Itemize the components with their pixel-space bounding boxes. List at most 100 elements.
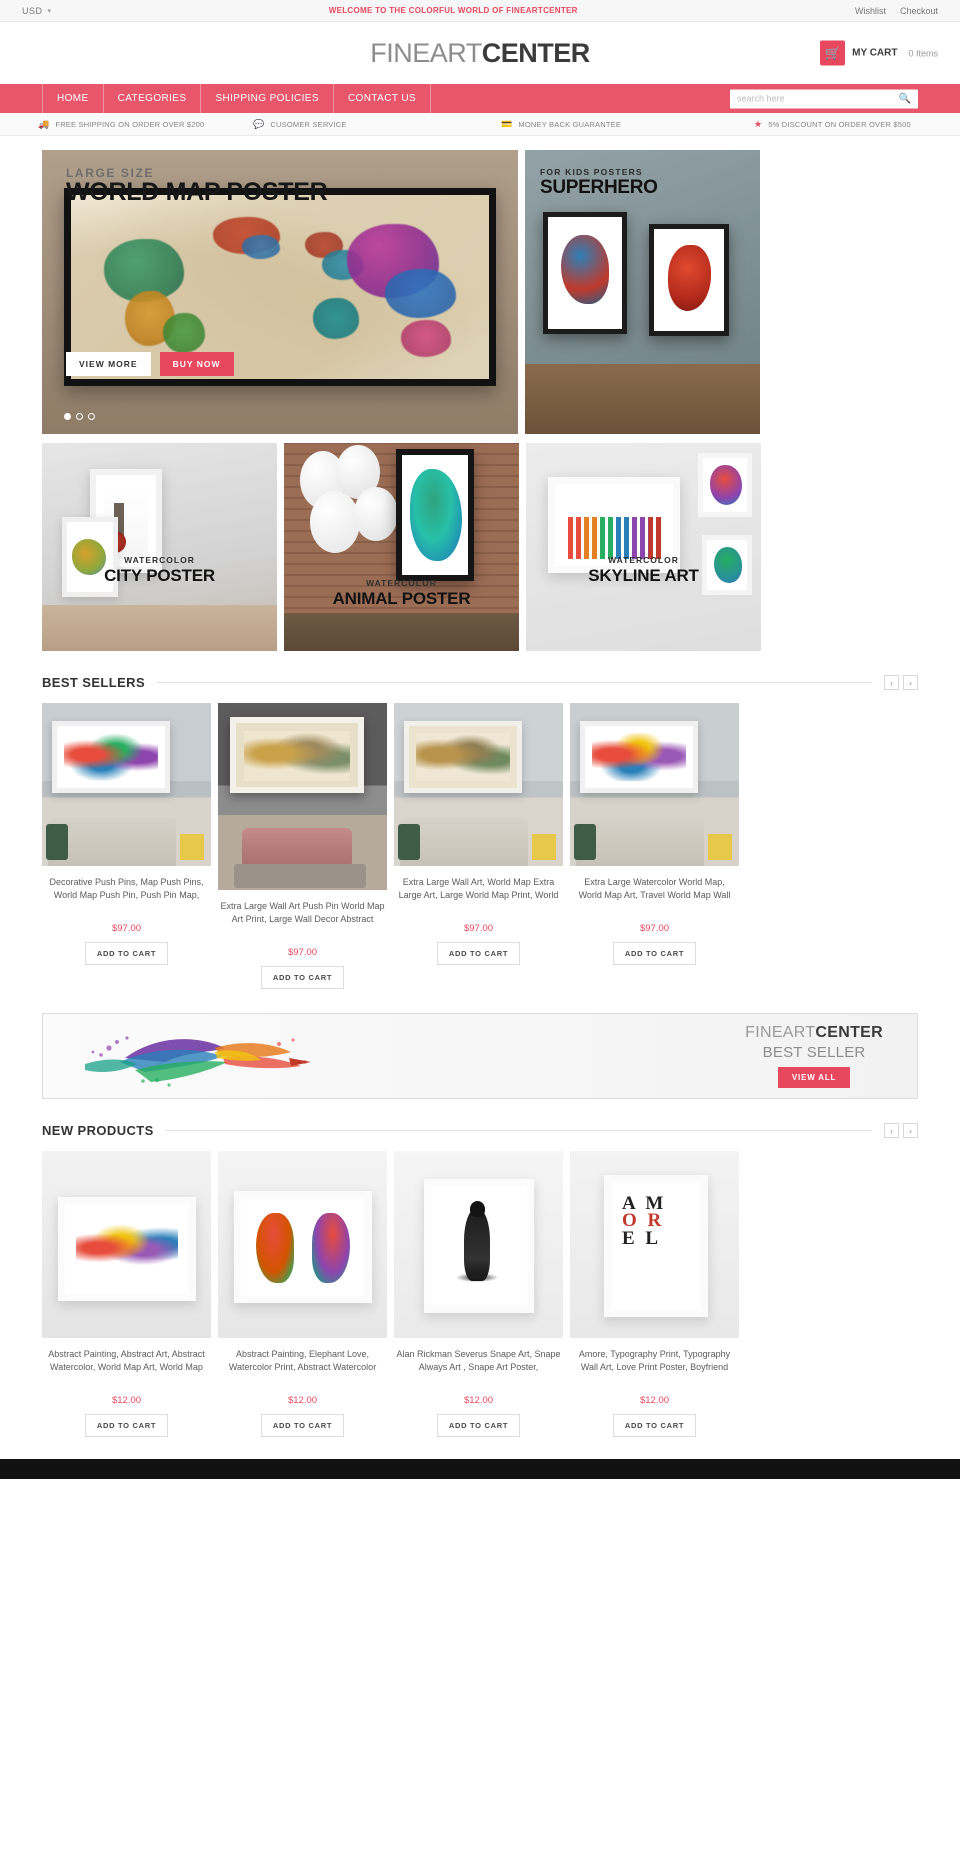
category-label: WATERCOLOR ANIMAL POSTER [284,578,519,609]
promo-banner[interactable]: FINEARTCENTER BEST SELLER VIEW ALL [42,1013,918,1099]
view-all-button[interactable]: VIEW ALL [777,1067,851,1088]
promo-logo-light: FINEART [745,1024,816,1041]
product-body: Amore, Typography Print, Typography Wall… [570,1338,739,1437]
chevron-left-icon[interactable]: ‹ [884,1123,899,1138]
product-body: Extra Large Wall Art, World Map Extra La… [394,866,563,965]
section-title: BEST SELLERS [42,675,146,690]
search-box[interactable]: 🔍 [730,89,918,108]
add-to-cart-button[interactable]: ADD TO CART [260,1414,345,1437]
feature-label: MONEY BACK GUARANTEE [518,119,622,129]
buy-now-button[interactable]: BUY NOW [159,352,234,376]
category-title: ANIMAL POSTER [332,589,471,608]
feature-label: 5% DISCOUNT ON ORDER OVER $500 [768,119,911,129]
logo-light-part: FINEART [370,37,482,68]
product-card[interactable]: Abstract Painting, Abstract Art, Abstrac… [42,1151,211,1437]
view-more-button[interactable]: VIEW MORE [66,352,151,376]
nav-item-shipping-policies[interactable]: SHIPPING POLICIES [201,84,334,113]
product-title: Extra Large Watercolor World Map, World … [578,877,731,901]
product-price: $97.00 [111,923,142,934]
product-card[interactable]: Extra Large Wall Art Push Pin World Map … [218,703,387,989]
category-tile-skyline-art[interactable]: WATERCOLOR SKYLINE ART [526,443,761,651]
welcome-message: WELCOME TO THE COLORFUL WORLD OF FINEART… [328,6,578,15]
nav-item-categories[interactable]: CATEGORIES [104,84,202,113]
nav-item-home[interactable]: HOME [42,84,104,113]
promo-logo-bold: CENTER [815,1024,883,1041]
side-banner-frame-right [649,224,729,336]
slider-dots [64,413,95,420]
product-card[interactable]: Decorative Push Pins, Map Push Pins, Wor… [42,703,211,989]
chevron-right-icon[interactable]: › [903,1123,918,1138]
side-banner-title: SUPERHERO [540,177,658,198]
checkout-link[interactable]: Checkout [900,6,938,16]
header-logo-row: FINEARTCENTER 🛒 MY CART 0 Items [0,22,960,84]
add-to-cart-button[interactable]: ADD TO CART [612,942,697,965]
hero-buttons: VIEW MORE BUY NOW [66,352,234,376]
slider-dot-3[interactable] [88,413,95,420]
product-image[interactable] [42,703,211,866]
top-utility-bar: USD ▾ WELCOME TO THE COLORFUL WORLD OF F… [0,0,960,22]
hero-title: WORLD MAP POSTER [66,178,328,206]
side-banner-floor [525,364,760,434]
promo-subtitle: BEST SELLER [762,1044,866,1061]
category-tile-animal-poster[interactable]: WATERCOLOR ANIMAL POSTER [284,443,519,651]
slider-dot-2[interactable] [76,413,83,420]
currency-selector[interactable]: USD ▾ [22,6,52,16]
footer-strip [0,1459,960,1479]
product-card[interactable]: Extra Large Wall Art, World Map Extra La… [394,703,563,989]
money-icon: 💳 [501,118,513,129]
hero-section: LARGE SIZE WORLD MAP POSTER VIEW MORE BU… [0,136,960,434]
product-image[interactable] [42,1151,211,1338]
add-to-cart-button[interactable]: ADD TO CART [84,942,169,965]
category-tile-city-poster[interactable]: WATERCOLOR CITY POSTER [42,443,277,651]
new-products-grid: Abstract Painting, Abstract Art, Abstrac… [42,1151,918,1437]
section-header: BEST SELLERS ‹ › [42,675,918,690]
cart-widget[interactable]: 🛒 MY CART 0 Items [820,40,938,66]
hero-slider[interactable]: LARGE SIZE WORLD MAP POSTER VIEW MORE BU… [42,150,518,434]
product-image[interactable] [218,703,387,890]
product-image[interactable] [394,1151,563,1338]
truck-icon: 🚚 [38,118,50,129]
product-image[interactable]: A MO RE L [570,1151,739,1338]
product-title: Amore, Typography Print, Typography Wall… [578,1349,731,1373]
hero-side-banner-superhero[interactable]: FOR KIDS POSTERS SUPERHERO [525,150,760,434]
product-title: Decorative Push Pins, Map Push Pins, Wor… [49,877,204,901]
cart-label: MY CART [852,47,898,59]
chevron-left-icon[interactable]: ‹ [884,675,899,690]
side-banner-subtitle: FOR KIDS POSTERS [540,167,643,177]
category-subtitle: WATERCOLOR [366,578,437,588]
product-card[interactable]: Alan Rickman Severus Snape Art, Snape Al… [394,1151,563,1437]
add-to-cart-button[interactable]: ADD TO CART [436,1414,521,1437]
add-to-cart-button[interactable]: ADD TO CART [84,1414,169,1437]
add-to-cart-button[interactable]: ADD TO CART [260,966,345,989]
category-subtitle: WATERCOLOR [608,555,679,565]
chevron-right-icon[interactable]: › [903,675,918,690]
add-to-cart-button[interactable]: ADD TO CART [612,1414,697,1437]
search-input[interactable] [737,93,899,104]
page-root: USD ▾ WELCOME TO THE COLORFUL WORLD OF F… [0,0,960,1479]
best-sellers-grid: Decorative Push Pins, Map Push Pins, Wor… [42,703,918,989]
product-price: $97.00 [463,923,494,934]
feature-discount: ★ 5% DISCOUNT ON ORDER OVER $500 [754,119,911,129]
product-price: $97.00 [639,923,670,934]
product-card[interactable]: Abstract Painting, Elephant Love, Waterc… [218,1151,387,1437]
feature-label: CUSOMER SERVICE [270,119,347,129]
product-image[interactable] [218,1151,387,1338]
logo-bold-part: CENTER [481,37,591,68]
feature-money-back: 💳 MONEY BACK GUARANTEE [501,118,754,129]
product-image[interactable] [394,703,563,866]
product-image[interactable] [570,703,739,866]
add-to-cart-button[interactable]: ADD TO CART [436,942,521,965]
slider-dot-1[interactable] [64,413,71,420]
hummingbird-artwork [85,1036,311,1087]
section-divider [157,682,872,683]
wishlist-link[interactable]: Wishlist [855,6,886,16]
product-price: $12.00 [111,1395,142,1406]
search-icon[interactable]: 🔍 [899,93,911,104]
product-card[interactable]: A MO RE L Amore, Typography Print, Typog… [570,1151,739,1437]
product-card[interactable]: Extra Large Watercolor World Map, World … [570,703,739,989]
product-body: Extra Large Watercolor World Map, World … [570,866,739,965]
nav-item-contact-us[interactable]: CONTACT US [334,84,432,113]
product-body: Abstract Painting, Elephant Love, Waterc… [218,1338,387,1437]
carousel-arrows: ‹ › [884,675,918,690]
site-logo[interactable]: FINEARTCENTER [370,38,590,69]
